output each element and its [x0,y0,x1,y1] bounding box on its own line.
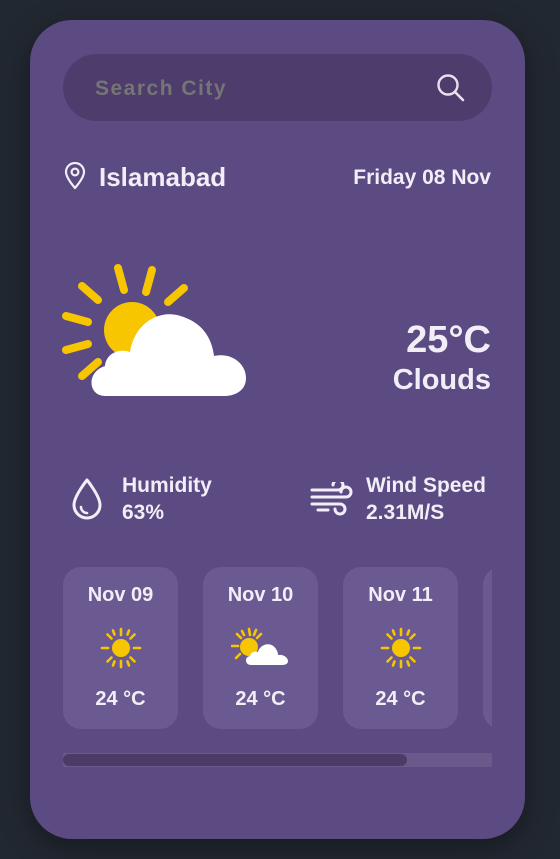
location-pin-icon [64,162,86,190]
forecast-card[interactable]: Nov 10 24 °C [203,567,318,729]
forecast-card[interactable]: Nov 11 24 °C [343,567,458,729]
scrollbar-thumb[interactable] [63,754,407,766]
water-drop-icon [72,478,102,520]
city-name: Islamabad [99,162,227,192]
forecast-date: Nov 09 [87,584,154,606]
forecast-card[interactable] [483,567,492,729]
wind-speed-value: 2.31M/S [366,501,445,524]
sun-behind-cloud-icon [62,264,247,396]
weather-card: Islamabad Friday 08 Nov 25°C Clouds Humi… [30,20,525,839]
wind-speed-label: Wind Speed [366,474,486,497]
forecast-card[interactable]: Nov 09 24 °C [63,567,178,729]
forecast-temperature: 24 °C [375,688,426,710]
search-icon[interactable] [435,72,467,104]
sun-icon [100,627,142,669]
search-bar[interactable] [63,54,492,123]
forecast-date: Nov 10 [227,584,294,606]
search-input[interactable] [93,54,417,123]
sun-icon [380,627,422,669]
forecast-date: Nov 11 [368,584,433,606]
sun-behind-cloud-icon [231,627,288,665]
forecast-list[interactable]: Nov 09 24 °C Nov 10 24 °C Nov 11 24 °C [63,567,492,732]
forecast-temperature: 24 °C [95,688,146,710]
humidity-value: 63% [122,501,165,524]
humidity-label: Humidity [122,474,212,497]
wind-icon [310,482,353,516]
current-date: Friday 08 Nov [353,166,491,189]
current-temperature: 25°C [406,319,491,361]
forecast-scrollbar[interactable] [63,753,492,767]
forecast-temperature: 24 °C [235,688,286,710]
weather-description: Clouds [392,364,491,396]
